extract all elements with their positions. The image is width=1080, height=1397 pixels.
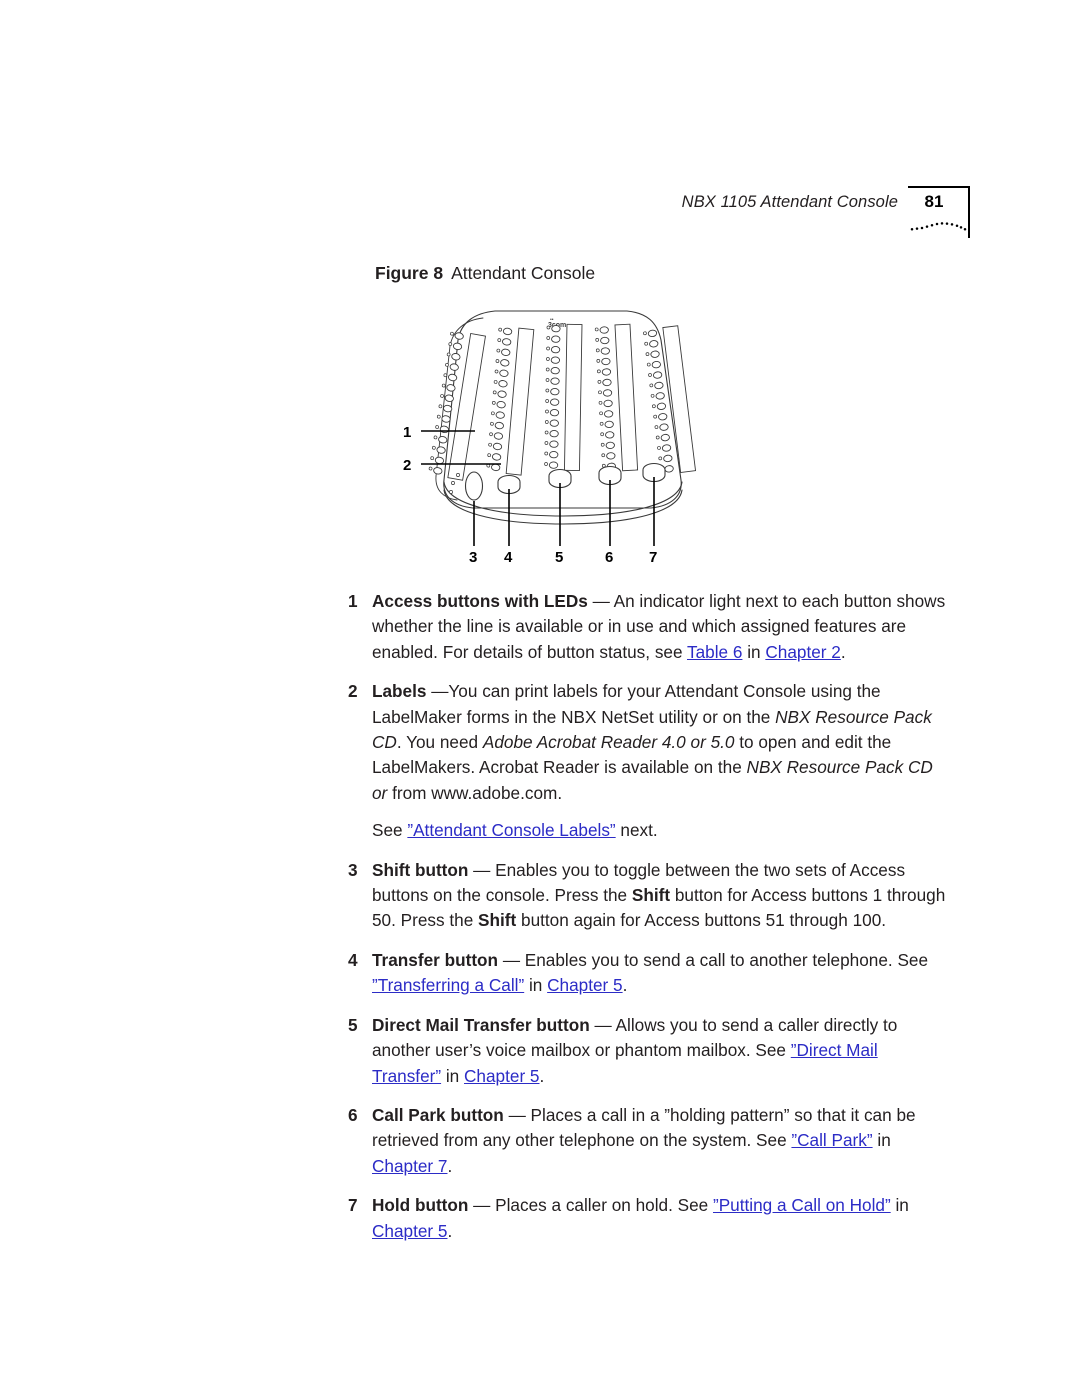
list-item-text: Hold button — Places a caller on hold. S… xyxy=(372,1195,909,1241)
cross-reference-link[interactable]: ”Direct Mail Transfer” xyxy=(372,1040,878,1085)
shift-button xyxy=(464,471,484,501)
callout-1: 1 xyxy=(403,424,411,441)
dotted-wave-icon xyxy=(910,222,967,231)
list-item: 6 Call Park button — Places a call in a … xyxy=(348,1103,948,1179)
list-item-number: 1 xyxy=(348,591,358,611)
cross-reference-link[interactable]: ”Call Park” xyxy=(791,1130,872,1150)
list-item-text: Shift button — Enables you to toggle bet… xyxy=(372,859,946,931)
list-item: 2 Labels —You can print labels for your … xyxy=(348,679,948,806)
list-item-text: Access buttons with LEDs — An indicator … xyxy=(372,591,946,662)
callout-6: 6 xyxy=(605,549,613,566)
list-item-number: 5 xyxy=(348,1014,358,1035)
list-item-number: 6 xyxy=(348,1104,358,1125)
figure-caption: Figure 8 Attendant Console xyxy=(375,263,595,284)
list-item-text: Call Park button — Places a call in a ”h… xyxy=(372,1104,916,1176)
cross-reference-link[interactable]: ”Putting a Call on Hold” xyxy=(713,1195,891,1215)
list-item: 4 Transfer button — Enables you to send … xyxy=(348,948,948,999)
callout-3: 3 xyxy=(469,549,477,566)
callout-4: 4 xyxy=(504,549,513,566)
list-item-number: 7 xyxy=(348,1195,358,1216)
header-rule-right xyxy=(968,186,970,238)
figure-label: Figure 8 xyxy=(375,263,444,283)
labels-see-also-note: See ”Attendant Console Labels” next. xyxy=(372,820,658,841)
page-header: NBX 1105 Attendant Console 81 xyxy=(682,186,970,238)
callout-7: 7 xyxy=(649,549,657,566)
list-item: 3 Shift button — Enables you to toggle b… xyxy=(348,858,948,934)
cross-reference-link[interactable]: Chapter 2 xyxy=(765,642,840,662)
list-item: 1 Access buttons with LEDs — An indicato… xyxy=(348,589,948,665)
cross-reference-link[interactable]: Chapter 5 xyxy=(464,1066,539,1086)
cross-reference-link[interactable]: Chapter 7 xyxy=(372,1156,447,1176)
list-item-number: 2 xyxy=(348,681,358,702)
list-item-number: 4 xyxy=(348,949,358,970)
list-item: 5 Direct Mail Transfer button — Allows y… xyxy=(348,1013,948,1089)
list-item-number: 3 xyxy=(348,859,358,880)
attendant-console-illustration: •• 3com xyxy=(395,300,740,580)
cross-reference-link[interactable]: Chapter 5 xyxy=(372,1221,447,1241)
callout-2: 2 xyxy=(403,457,411,474)
list-item-text: Labels —You can print labels for your At… xyxy=(372,681,933,803)
cross-reference-link[interactable]: Table 6 xyxy=(687,642,742,662)
callout-5: 5 xyxy=(555,549,563,566)
numbered-description-list: 1 Access buttons with LEDs — An indicato… xyxy=(348,589,948,1258)
cross-reference-link[interactable]: ”Transferring a Call” xyxy=(372,975,524,995)
header-running-title: NBX 1105 Attendant Console xyxy=(681,193,898,211)
page-number: 81 xyxy=(924,192,944,211)
cross-reference-link[interactable]: Chapter 5 xyxy=(547,975,622,995)
header-rule-top xyxy=(908,186,970,188)
cross-reference-link[interactable]: ”Attendant Console Labels” xyxy=(407,820,615,840)
list-item-text: Transfer button — Enables you to send a … xyxy=(372,949,929,996)
list-item-text: Direct Mail Transfer button — Allows you… xyxy=(372,1014,898,1086)
page-number-box: 81 xyxy=(908,186,970,238)
list-item: 7 Hold button — Places a caller on hold.… xyxy=(348,1193,948,1244)
figure-caption-text: Attendant Console xyxy=(451,263,596,283)
